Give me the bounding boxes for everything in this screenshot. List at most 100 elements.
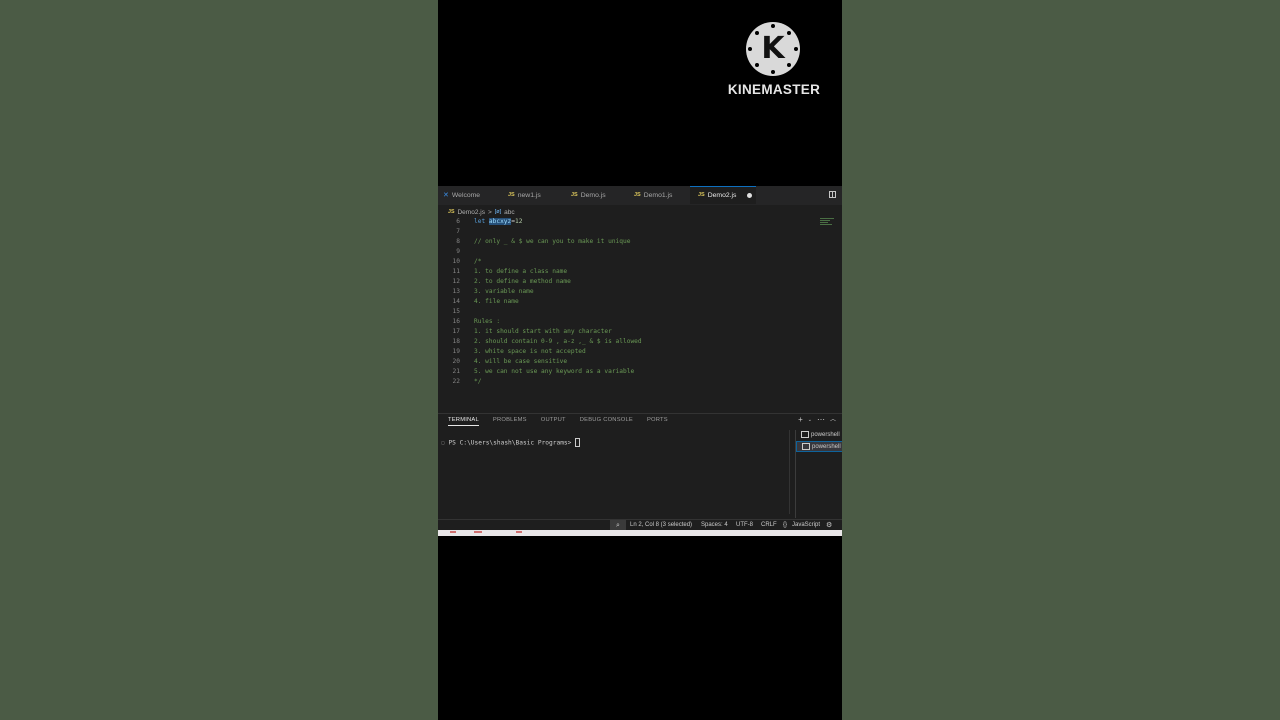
- js-file-icon: JS: [448, 209, 455, 215]
- line-number: 9: [456, 248, 460, 255]
- code-line[interactable]: 8 // only _ & $ we can you to make it uni…: [438, 237, 816, 247]
- code-editor[interactable]: 6 let abcxyz=12 7 8 // only _ & $ we can you…: [438, 217, 816, 392]
- line-number: 20: [452, 358, 460, 365]
- code-line[interactable]: 14 4. file name: [438, 297, 816, 307]
- code-text: 2. to define a method name: [474, 278, 571, 285]
- indentation[interactable]: Spaces: 4: [701, 522, 728, 528]
- js-file-icon: JS: [698, 192, 705, 198]
- breadcrumb-symbol[interactable]: abc: [504, 209, 514, 216]
- code-line[interactable]: 10 /*: [438, 257, 816, 267]
- code-line[interactable]: 18 2. should contain 0-9 , a-z ,_ & $ is …: [438, 337, 816, 347]
- cursor-position[interactable]: Ln 2, Col 8 (3 selected): [630, 522, 692, 528]
- tab-welcome[interactable]: ✕ Welcome: [443, 186, 503, 205]
- editor-tab-bar: ✕ Welcome JS new1.js JS Demo.js JS Demo1…: [438, 186, 842, 205]
- code-line[interactable]: 22 */: [438, 377, 816, 387]
- tab-label: Demo1.js: [643, 192, 673, 199]
- kinemaster-logo-icon: K: [746, 22, 800, 76]
- code-line[interactable]: 6 let abcxyz=12: [438, 217, 816, 227]
- terminal-icon: [801, 430, 809, 438]
- maximize-panel-icon[interactable]: ︿: [830, 415, 836, 425]
- vscode-icon: ✕: [443, 192, 449, 199]
- line-number: 7: [456, 228, 460, 235]
- js-file-icon: JS: [634, 192, 641, 198]
- js-file-icon: JS: [571, 192, 578, 198]
- code-line[interactable]: 7: [438, 227, 816, 237]
- vscode-window: ✕ Welcome JS new1.js JS Demo.js JS Demo1…: [438, 186, 842, 536]
- terminal-scrollbar[interactable]: [789, 430, 790, 514]
- code-line[interactable]: 17 1. it should start with any character: [438, 327, 816, 337]
- split-editor-icon[interactable]: [829, 191, 836, 198]
- tab-problems[interactable]: PROBLEMS: [493, 417, 527, 426]
- line-number: 19: [452, 348, 460, 355]
- code-text: 2. should contain 0-9 , a-z ,_ & $ is al…: [474, 338, 642, 345]
- code-line[interactable]: 19 3. white space is not accepted: [438, 347, 816, 357]
- line-number: 10: [452, 258, 460, 265]
- line-number: 22: [452, 378, 460, 385]
- code-text: let abcxyz=12: [474, 218, 523, 225]
- tab-label: Welcome: [451, 192, 481, 199]
- line-number: 8: [456, 238, 460, 245]
- code-text: Rules :: [474, 318, 501, 325]
- tab-demo2-js[interactable]: JS Demo2.js: [690, 186, 756, 204]
- background-right: [842, 0, 1280, 720]
- tab-output[interactable]: OUTPUT: [541, 417, 566, 426]
- js-file-icon: JS: [508, 192, 515, 198]
- code-text: /*: [474, 258, 482, 265]
- code-line[interactable]: 9: [438, 247, 816, 257]
- terminal-cursor: [575, 438, 581, 447]
- line-number: 11: [452, 268, 460, 275]
- kinemaster-wordmark: KINEMASTER: [727, 82, 821, 97]
- tab-debug-console[interactable]: DEBUG CONSOLE: [580, 417, 633, 426]
- prompt-text: PS C:\Users\shash\Basic Programs>: [448, 439, 576, 447]
- terminal-label: powershell: [811, 432, 840, 438]
- tab-label: Demo2.js: [707, 192, 737, 199]
- code-text: 4. file name: [474, 298, 519, 305]
- code-text: */: [474, 378, 482, 385]
- braces-icon: {}: [783, 522, 788, 528]
- code-line[interactable]: 21 5. we can not use any keyword as a var…: [438, 367, 816, 377]
- line-number: 18: [452, 338, 460, 345]
- line-number: 16: [452, 318, 460, 325]
- code-line[interactable]: 20 4. will be case sensitive: [438, 357, 816, 367]
- unsaved-dot-icon[interactable]: [747, 193, 753, 198]
- code-text: 1. it should start with any character: [474, 328, 612, 335]
- tab-terminal[interactable]: TERMINAL: [448, 417, 479, 426]
- tab-ports[interactable]: PORTS: [647, 417, 668, 426]
- line-number: 14: [452, 298, 460, 305]
- code-text: 5. we can not use any keyword as a varia…: [474, 368, 635, 375]
- terminal-label: powershell: [812, 444, 841, 450]
- line-number: 21: [452, 368, 460, 375]
- new-terminal-icon[interactable]: +: [798, 415, 803, 425]
- chevron-down-icon[interactable]: ⌄: [808, 415, 812, 425]
- code-line[interactable]: 15: [438, 307, 816, 317]
- code-line[interactable]: 11 1. to define a class name: [438, 267, 816, 277]
- breadcrumb-file[interactable]: Demo2.js: [457, 209, 484, 216]
- terminal-item-selected[interactable]: powershell: [796, 441, 842, 452]
- tab-new1-js[interactable]: JS new1.js: [508, 186, 566, 205]
- code-line[interactable]: 12 2. to define a method name: [438, 277, 816, 287]
- encoding[interactable]: UTF-8: [736, 522, 753, 528]
- tab-demo-js[interactable]: JS Demo.js: [571, 186, 629, 205]
- code-text: 3. variable name: [474, 288, 534, 295]
- code-line[interactable]: 13 3. variable name: [438, 287, 816, 297]
- terminal-prompt[interactable]: ○ PS C:\Users\shash\Basic Programs>: [441, 438, 581, 447]
- code-text: 1. to define a class name: [474, 268, 568, 275]
- more-actions-icon[interactable]: ⋯: [817, 415, 825, 425]
- language-mode[interactable]: JavaScript: [792, 522, 820, 528]
- line-ending[interactable]: CRLF: [761, 522, 777, 528]
- panel-actions: + ⌄ ⋯ ︿: [798, 415, 836, 425]
- copilot-icon[interactable]: ⚙: [826, 521, 832, 529]
- code-line[interactable]: 16 Rules :: [438, 317, 816, 327]
- line-number: 13: [452, 288, 460, 295]
- terminal-icon: [802, 442, 810, 450]
- variable-symbol-icon: [ø]: [494, 209, 502, 215]
- minimap[interactable]: [820, 217, 836, 231]
- breadcrumb: JS Demo2.js > [ø] abc: [448, 207, 515, 217]
- tab-label: new1.js: [517, 192, 541, 199]
- background-left: [0, 0, 438, 720]
- tab-demo1-js[interactable]: JS Demo1.js: [634, 186, 692, 205]
- line-number: 6: [456, 218, 460, 225]
- code-text: 4. will be case sensitive: [474, 358, 568, 365]
- panel-tabs: TERMINAL PROBLEMS OUTPUT DEBUG CONSOLE P…: [448, 417, 668, 426]
- terminal-item[interactable]: powershell: [796, 430, 842, 441]
